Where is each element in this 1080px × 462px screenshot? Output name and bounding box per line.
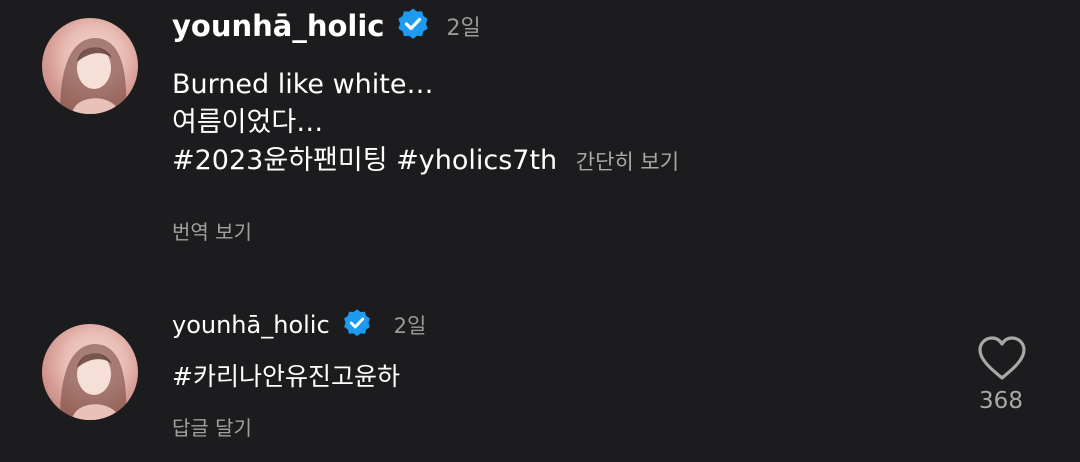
caption-line-2: 여름이었다… — [172, 107, 324, 138]
like-count: 368 — [979, 388, 1023, 414]
post-username[interactable]: younhā_holic — [172, 9, 384, 43]
verified-badge-icon — [396, 7, 430, 45]
post-time: 2일 — [446, 16, 481, 41]
comment-time: 2일 — [393, 314, 427, 338]
post-header: younhā_holic 2일 — [172, 6, 481, 46]
comment-username[interactable]: younhā_holic — [172, 311, 330, 339]
post-caption: Burned like white… 여름이었다… #2023윤하팬미팅 #yh… — [172, 66, 679, 180]
caption-hashtags: #2023윤하팬미팅 #yholics7th 간단히 보기 — [172, 142, 679, 180]
hashtag-link[interactable]: #카리나안유진고윤하 — [172, 362, 400, 391]
translate-link[interactable]: 번역 보기 — [172, 216, 252, 245]
verified-badge-icon — [342, 308, 372, 342]
see-brief-link[interactable]: 간단히 보기 — [576, 150, 679, 174]
reply-button[interactable]: 답글 달기 — [172, 412, 252, 441]
post-avatar[interactable] — [42, 18, 138, 114]
caption-line-1: Burned like white… — [172, 69, 434, 100]
comment-header: younhā_holic 2일 — [172, 306, 426, 344]
comment-text: #카리나안유진고윤하 — [172, 358, 400, 396]
hashtag-link[interactable]: #2023윤하팬미팅 — [172, 145, 388, 176]
heart-icon[interactable] — [974, 334, 1030, 386]
hashtag-link[interactable]: #yholics7th — [396, 145, 557, 176]
comment-avatar[interactable] — [42, 324, 138, 420]
